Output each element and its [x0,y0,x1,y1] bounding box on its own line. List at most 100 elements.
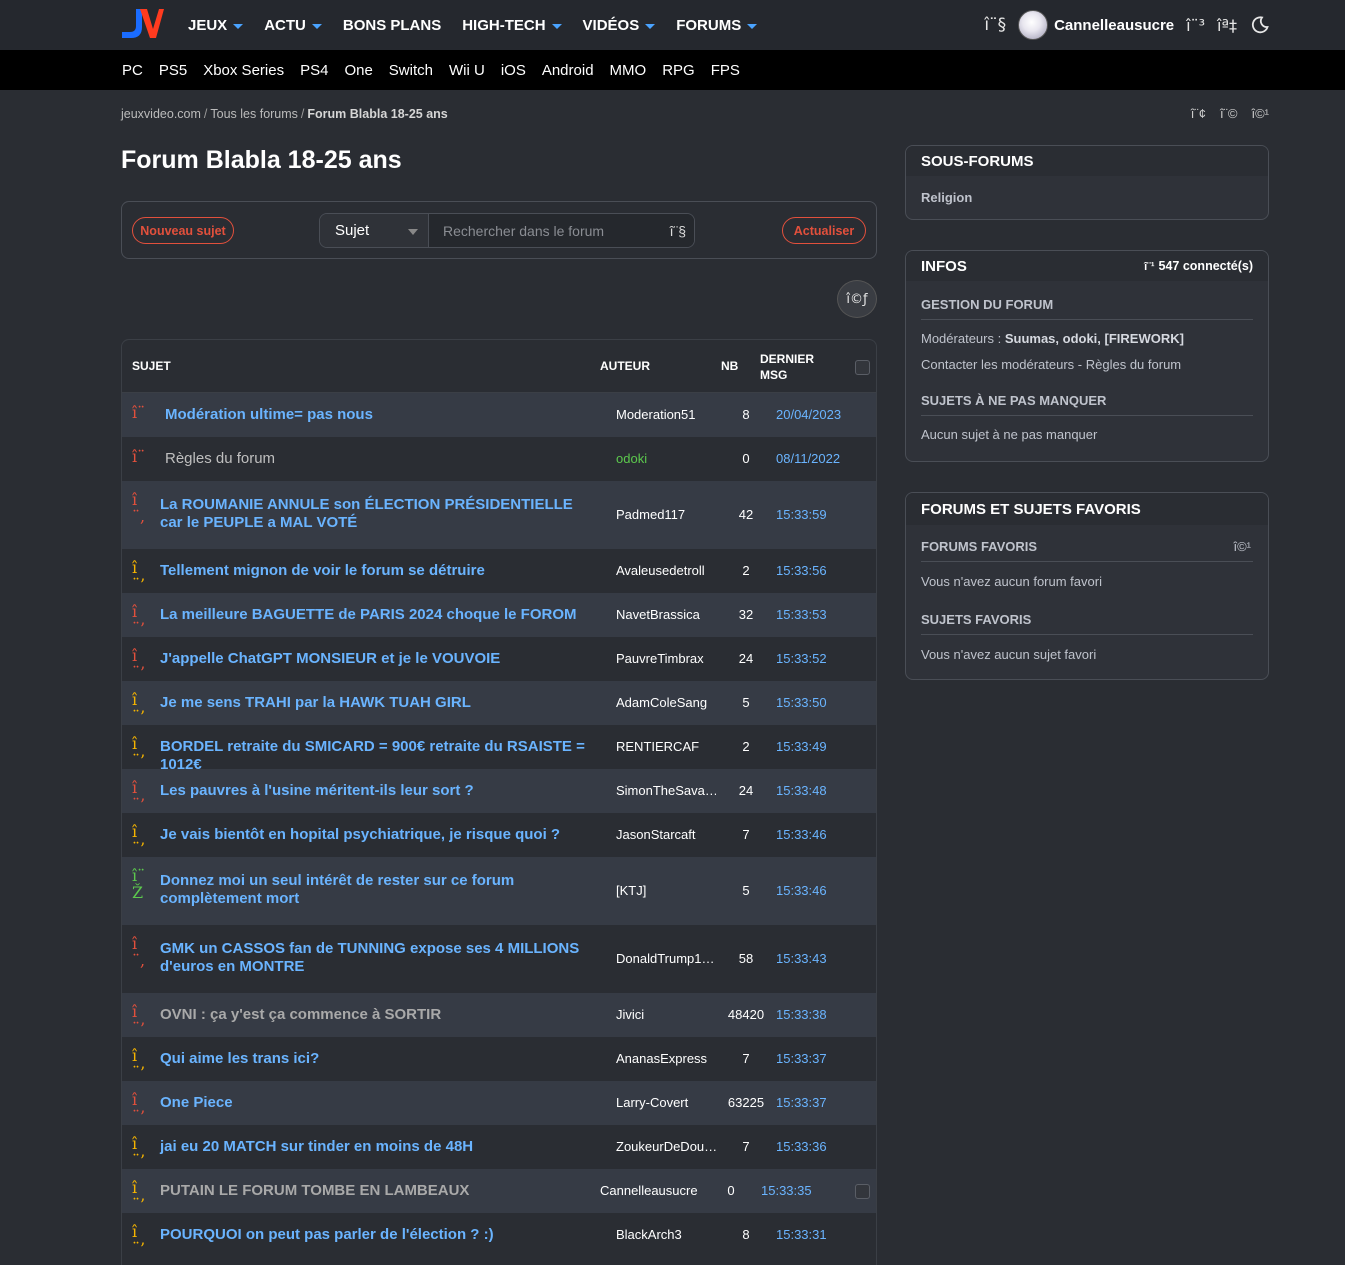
topic-author[interactable]: Avaleusedetroll [616,563,716,578]
topic-title-link[interactable]: La ROUMANIE ANNULE son ÉLECTION PRÉSIDEN… [160,496,592,532]
topic-last-message-link[interactable]: 15:33:31 [776,1227,827,1242]
refresh-button[interactable]: Actualiser [782,217,866,244]
table-row[interactable]: î¨’ J'appelle ChatGPT MONSIEUR et je le V… [122,637,876,681]
nav-item-vid-os[interactable]: VIDÉOS [583,17,656,34]
topic-title-link[interactable]: La meilleure BAGUETTE de PARIS 2024 choq… [160,606,592,624]
platform-wii-u[interactable]: Wii U [449,62,485,79]
search-input[interactable] [429,214,694,247]
topic-title-link[interactable]: Je me sens TRAHI par la HAWK TUAH GIRL [160,694,592,712]
breadcrumb-forums[interactable]: Tous les forums [210,107,298,121]
share-icon[interactable]: î¨¢ [1191,106,1206,121]
topic-last-message-link[interactable]: 15:33:56 [776,563,827,578]
table-row[interactable]: î¨’ POURQUOI on peut pas parler de l'élec… [122,1213,876,1257]
table-row[interactable]: î¨’ OVNI : ça y'est ça commence à SORTIR J… [122,993,876,1037]
topic-title-link[interactable]: GMK un CASSOS fan de TUNNING expose ses … [160,940,592,976]
platform-android[interactable]: Android [542,62,594,79]
topic-title-link[interactable]: Qui aime les trans ici? [160,1050,592,1068]
nav-item-bons-plans[interactable]: BONS PLANS [343,17,441,34]
topic-title-link[interactable]: OVNI : ça y'est ça commence à SORTIR [160,1006,592,1024]
topic-author[interactable]: JasonStarcaft [616,827,716,842]
table-row[interactable]: î¨’ Les pauvres à l'usine méritent-ils le… [122,769,876,813]
topic-last-message-link[interactable]: 15:33:43 [776,951,827,966]
topic-title-link[interactable]: Donnez moi un seul intérêt de rester sur… [160,872,592,908]
table-row[interactable]: î¨’ One Piece Larry-Covert 63225 15:33:37 [122,1081,876,1125]
topic-author[interactable]: Padmed117 [616,507,716,522]
topic-author[interactable]: RENTIERCAF [616,739,716,754]
link-icon[interactable]: î¨© [1220,106,1238,121]
topic-author[interactable]: Larry-Covert [616,1095,716,1110]
topic-select-checkbox[interactable] [855,1184,870,1199]
username[interactable]: Cannelleausucre [1054,17,1174,34]
topic-author[interactable]: SimonTheSava… [616,783,716,798]
favorite-icon[interactable]: î©¹ [1233,539,1251,554]
topic-author[interactable]: ZoukeurDeDou… [616,1139,716,1154]
table-row[interactable]: î¨, La ROUMANIE ANNULE son ÉLECTION PRÉSI… [122,481,876,549]
table-row[interactable]: î¨’ PUTAIN LE FORUM TOMBE EN LAMBEAUX Cann… [122,1169,876,1213]
table-row[interactable]: î¨’ Tellement mignon de voir le forum se … [122,549,876,593]
topic-last-message-link[interactable]: 15:33:53 [776,607,827,622]
dark-mode-icon[interactable] [1251,16,1269,34]
search-icon[interactable]: î¨§ [984,15,1006,35]
platform-one[interactable]: One [344,62,372,79]
platform-fps[interactable]: FPS [711,62,740,79]
nav-item-forums[interactable]: FORUMS [676,17,758,34]
new-topic-button[interactable]: Nouveau sujet [132,217,234,244]
table-row[interactable]: î¨’ jai eu 20 MATCH sur tinder en moins d… [122,1125,876,1169]
topic-author[interactable]: DonaldTrump1… [616,951,716,966]
platform-rpg[interactable]: RPG [662,62,695,79]
topic-author[interactable]: AdamColeSang [616,695,716,710]
topic-last-message-link[interactable]: 15:33:46 [776,883,827,898]
topic-title-link[interactable]: Règles du forum [165,450,592,468]
topic-author[interactable]: Jivici [616,1007,716,1022]
topic-last-message-link[interactable]: 15:33:50 [776,695,827,710]
search-icon[interactable]: î¨§ [670,223,686,239]
topic-author[interactable]: PauvreTimbrax [616,651,716,666]
platform-ps5[interactable]: PS5 [159,62,187,79]
topic-last-message-link[interactable]: 08/11/2022 [776,451,840,466]
table-row[interactable]: î¨, GMK un CASSOS fan de TUNNING expose s… [122,925,876,993]
table-row[interactable]: î¨’ Je me sens TRAHI par la HAWK TUAH GIR… [122,681,876,725]
messages-icon[interactable]: î¨³ [1186,16,1205,35]
nav-item-jeux[interactable]: JEUX [188,17,244,34]
contact-moderators-link[interactable]: Contacter les modérateurs [921,357,1074,372]
topic-author[interactable]: BlackArch3 [616,1227,716,1242]
topic-title-link[interactable]: Tellement mignon de voir le forum se dét… [160,562,592,580]
topic-title-link[interactable]: Modération ultime= pas nous [165,406,592,424]
topic-last-message-link[interactable]: 15:33:37 [776,1095,827,1110]
topic-last-message-link[interactable]: 20/04/2023 [776,407,841,422]
table-row[interactable]: î¨’ BORDEL retraite du SMICARD = 900€ ret… [122,725,876,773]
topic-title-link[interactable]: jai eu 20 MATCH sur tinder en moins de 4… [160,1138,592,1156]
table-row[interactable]: î¨ Modération ultime= pas nous Moderation5… [122,393,876,437]
topic-last-message-link[interactable]: 15:33:35 [761,1183,812,1198]
forum-rules-link[interactable]: Règles du forum [1086,357,1181,372]
search-type-select[interactable]: Sujet [320,214,429,247]
topic-last-message-link[interactable]: 15:33:38 [776,1007,827,1022]
topic-author[interactable]: [KTJ] [616,883,716,898]
platform-ios[interactable]: iOS [501,62,526,79]
subforum-link[interactable]: Religion [921,190,1253,205]
jv-logo[interactable] [120,7,164,41]
platform-xbox-series[interactable]: Xbox Series [203,62,284,79]
favorite-icon[interactable]: î©¹ [1251,106,1269,121]
topic-author[interactable]: NavetBrassica [616,607,716,622]
topic-author[interactable]: Moderation51 [616,407,716,422]
table-row[interactable]: î¨Ž Donnez moi un seul intérêt de rester … [122,857,876,925]
nav-item-actu[interactable]: ACTU [264,17,322,34]
topic-last-message-link[interactable]: 15:33:49 [776,739,827,754]
topic-last-message-link[interactable]: 15:33:37 [776,1051,827,1066]
moderators-list[interactable]: Suumas, odoki, [FIREWORK] [1005,331,1184,346]
breadcrumb-home[interactable]: jeuxvideo.com [121,107,201,121]
platform-switch[interactable]: Switch [389,62,433,79]
topic-title-link[interactable]: POURQUOI on peut pas parler de l'électio… [160,1226,592,1244]
topic-last-message-link[interactable]: 15:33:52 [776,651,827,666]
table-row[interactable]: î¨’ Je vais bientôt en hopital psychiatri… [122,813,876,857]
topic-title-link[interactable]: Je vais bientôt en hopital psychiatrique… [160,826,592,844]
notifications-icon[interactable]: îª‡ [1217,16,1237,35]
topic-last-message-link[interactable]: 15:33:48 [776,783,827,798]
topic-title-link[interactable]: J'appelle ChatGPT MONSIEUR et je le VOUV… [160,650,592,668]
table-row[interactable]: î¨’ La meilleure BAGUETTE de PARIS 2024 c… [122,593,876,637]
topic-last-message-link[interactable]: 15:33:46 [776,827,827,842]
topic-title-link[interactable]: PUTAIN LE FORUM TOMBE EN LAMBEAUX [160,1182,490,1200]
topic-author[interactable]: Cannelleausucre [600,1183,700,1198]
topic-last-message-link[interactable]: 15:33:36 [776,1139,827,1154]
